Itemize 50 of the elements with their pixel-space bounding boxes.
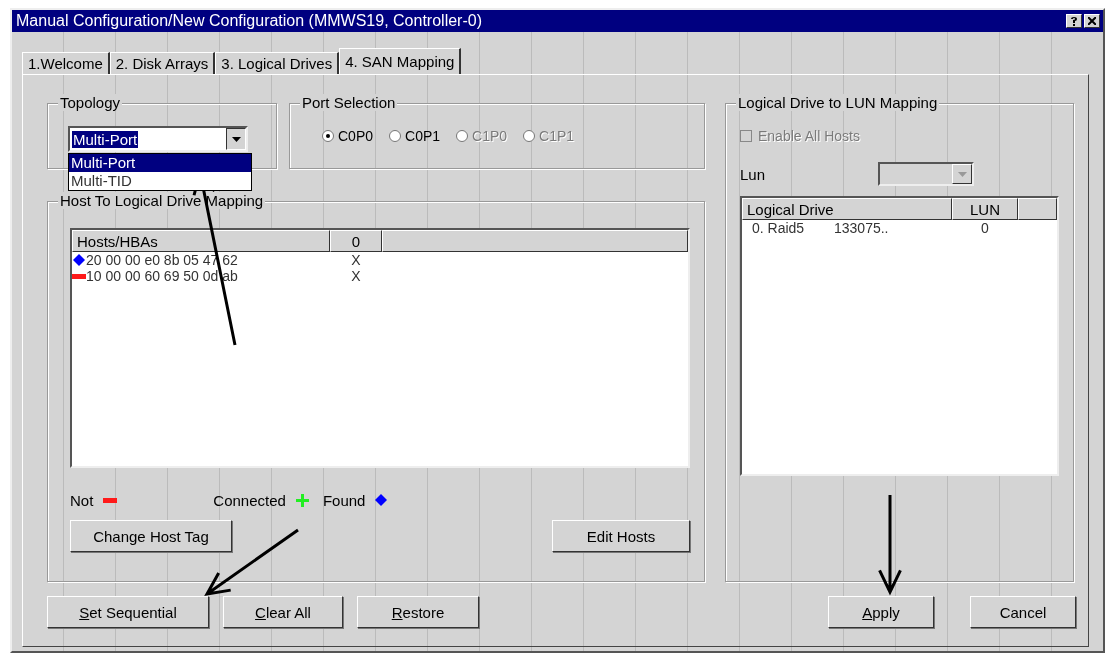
help-button[interactable] [1066, 14, 1082, 28]
table-cell-text: 133075.. [834, 220, 890, 236]
table-cell-text: X [350, 252, 362, 268]
table-cell-text: 0 [980, 220, 990, 236]
dropdown-value: Multi-Port [72, 130, 139, 148]
button[interactable]: Clear All [223, 596, 343, 628]
diamond-icon [375, 494, 388, 506]
minus-icon [72, 273, 86, 279]
tab[interactable]: 1.Welcome [22, 52, 110, 74]
checkbox-label: Enable All Hosts [758, 128, 860, 144]
radio-button[interactable] [389, 130, 402, 142]
lun-label: Lun [740, 165, 767, 183]
radio-label: C0P0 [338, 128, 374, 144]
group-label: Logical Drive to LUN Mapping [736, 94, 940, 111]
button[interactable]: Restore [357, 596, 479, 628]
column-header[interactable]: Hosts/HBAs [72, 230, 330, 252]
legend-label: Connected [213, 491, 286, 509]
window-title: Manual Configuration/New Configuration (MMWS19, Controller-0) [16, 12, 482, 30]
diamond-icon [73, 254, 85, 266]
radio-label: C0P1 [405, 128, 441, 144]
tab[interactable]: 4. SAN Mapping [339, 48, 462, 74]
button[interactable]: Apply [828, 596, 934, 628]
close-icon [1088, 17, 1096, 25]
plus-icon [295, 493, 309, 507]
table-cell-text: X [350, 268, 362, 284]
radio-label: C1P1 [539, 128, 575, 144]
caret-icon [231, 136, 241, 142]
host-cell-text: 10 00 00 60 69 50 0d ab [86, 268, 239, 284]
radio-button[interactable] [322, 130, 334, 142]
close-button[interactable] [1084, 14, 1100, 28]
table-cell-text: 0. Raid5 [751, 220, 806, 236]
caret-icon [957, 171, 967, 177]
column-header[interactable]: 0 [330, 230, 382, 252]
button[interactable]: Set Sequential [47, 596, 209, 628]
legend-label: Found [322, 491, 366, 509]
legend-label: Not [70, 491, 94, 509]
column-header[interactable]: LUN [952, 198, 1018, 220]
button[interactable]: Cancel [970, 596, 1076, 628]
group-label: Topology [58, 94, 123, 111]
group-label: Port Selection [300, 94, 398, 111]
tab[interactable]: 2. Disk Arrays [109, 52, 216, 74]
column-header[interactable]: Logical Drive [742, 198, 952, 220]
button[interactable]: Edit Hosts [552, 520, 690, 552]
dropdown-option[interactable]: Multi-Port [69, 154, 251, 172]
dropdown-button[interactable] [226, 128, 246, 150]
minus-icon [103, 497, 118, 503]
button[interactable]: Change Host Tag [70, 520, 232, 552]
tab[interactable]: 3. Logical Drives [215, 52, 340, 74]
help-icon [1071, 16, 1077, 26]
radio-label: C1P0 [472, 128, 508, 144]
